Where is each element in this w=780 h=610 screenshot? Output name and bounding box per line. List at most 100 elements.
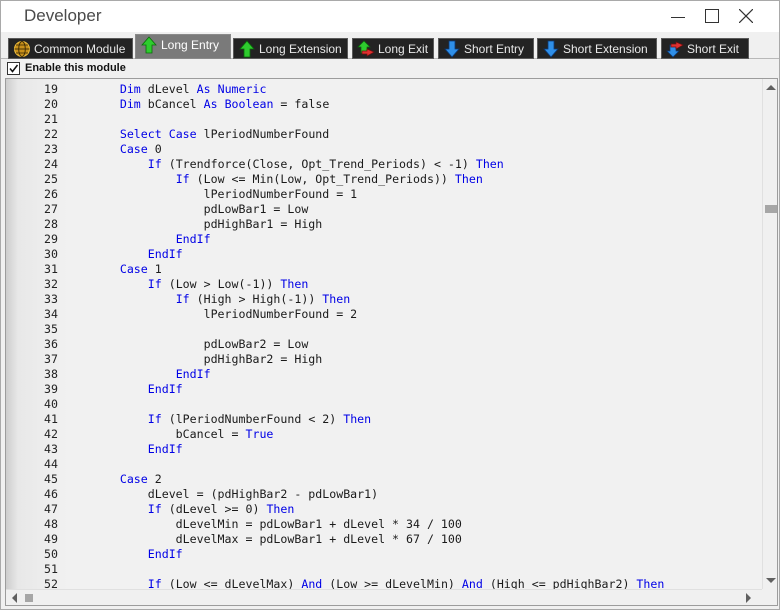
line-code: dLevel = (pdHighBar2 - pdLowBar1) (64, 487, 379, 501)
keyword-token: Then (266, 502, 295, 516)
minimize-icon (671, 17, 685, 18)
line-number: 19 (44, 82, 58, 96)
close-button[interactable] (729, 1, 763, 31)
keyword-token: Then (475, 157, 504, 171)
vertical-scrollbar[interactable] (762, 79, 778, 589)
line-number: 29 (44, 232, 58, 246)
green-up-arrow-icon (239, 40, 255, 58)
scroll-down-icon[interactable] (763, 572, 778, 589)
keyword-token: If (147, 277, 162, 291)
line-number: 41 (44, 412, 58, 426)
code-line: 45 Case 2 (6, 472, 762, 487)
keyword-token: Case (119, 262, 148, 276)
tab-long-exit[interactable]: Long Exit (352, 38, 434, 59)
code-line: 49 dLevelMax = pdLowBar1 + dLevel * 67 /… (6, 532, 762, 547)
keyword-token: Then (343, 412, 372, 426)
line-code: If (lPeriodNumberFound < 2) Then (147, 412, 372, 426)
module-tab-bar: Common Module Long Entry Long Extension … (1, 32, 779, 59)
line-code: EndIf (64, 442, 183, 457)
keyword-token: Then (322, 292, 351, 306)
line-number: 23 (44, 142, 58, 156)
code-line: 27 pdLowBar1 = Low (6, 202, 762, 217)
horizontal-scroll-thumb[interactable] (25, 594, 33, 602)
keyword-token: Case (168, 127, 197, 141)
line-number: 48 (44, 517, 58, 531)
line-number: 21 (44, 112, 58, 126)
line-code: EndIf (64, 232, 211, 247)
line-number: 27 (44, 202, 58, 216)
developer-window: Developer Common Module Long Entry Long … (0, 0, 780, 610)
blue-down-arrow-icon (444, 40, 460, 58)
line-code: EndIf (64, 547, 183, 562)
keyword-token: Dim (119, 97, 141, 111)
line-code: dLevelMax = pdLowBar1 + dLevel * 67 / 10… (64, 532, 462, 546)
scroll-up-icon[interactable] (763, 79, 778, 96)
line-number: 46 (44, 487, 58, 501)
line-number: 42 (44, 427, 58, 441)
line-number: 43 (44, 442, 58, 456)
maximize-icon (705, 9, 719, 23)
code-line: 24 If (Trendforce(Close, Opt_Trend_Perio… (6, 157, 762, 172)
tab-label: Short Entry (464, 42, 525, 56)
line-number: 26 (44, 187, 58, 201)
line-number: 33 (44, 292, 58, 306)
tab-short-exit[interactable]: Short Exit (661, 38, 749, 59)
keyword-token: Dim (119, 82, 141, 96)
line-code: Case 1 (119, 262, 162, 276)
code-editor[interactable]: 19 Dim dLevel As Numeric 20 Dim bCancel A… (5, 78, 778, 606)
tab-short-entry[interactable]: Short Entry (438, 38, 534, 59)
tab-short-extension[interactable]: Short Extension (537, 38, 657, 59)
line-code: lPeriodNumberFound = 1 (64, 187, 358, 201)
tab-long-entry[interactable]: Long Entry (135, 34, 231, 59)
line-number: 25 (44, 172, 58, 186)
keyword-token: True (245, 427, 274, 441)
line-number: 22 (44, 127, 58, 141)
vertical-scroll-thumb[interactable] (765, 205, 777, 213)
scroll-right-icon[interactable] (740, 590, 757, 606)
tab-label: Common Module (34, 42, 126, 56)
keyword-token: Boolean (224, 97, 274, 111)
enable-module-checkbox[interactable] (7, 62, 20, 75)
code-line: 33 If (High > High(-1)) Then (6, 292, 762, 307)
code-line: 43 EndIf (6, 442, 762, 457)
code-line: 29 EndIf (6, 232, 762, 247)
keyword-token: Then (454, 172, 483, 186)
code-line: 46 dLevel = (pdHighBar2 - pdLowBar1) (6, 487, 762, 502)
line-code: pdLowBar1 = Low (64, 202, 309, 216)
tab-long-extension[interactable]: Long Extension (233, 38, 348, 59)
code-line: 28 pdHighBar1 = High (6, 217, 762, 232)
line-code: If (Trendforce(Close, Opt_Trend_Periods)… (147, 157, 504, 171)
code-line: 50 EndIf (6, 547, 762, 562)
horizontal-scrollbar[interactable] (6, 589, 762, 605)
tab-label: Short Exit (687, 42, 740, 56)
code-line: 31 Case 1 (6, 262, 762, 277)
tab-common-module[interactable]: Common Module (8, 38, 133, 59)
line-code: Select Case lPeriodNumberFound (119, 127, 330, 141)
scroll-left-icon[interactable] (6, 590, 23, 606)
line-code: EndIf (64, 367, 211, 382)
code-line: 30 EndIf (6, 247, 762, 262)
line-code: pdLowBar2 = Low (64, 337, 309, 351)
line-number: 40 (44, 397, 58, 411)
keyword-token: EndIf (147, 247, 183, 261)
line-code: Dim bCancel As Boolean = false (119, 97, 330, 111)
keyword-token: EndIf (147, 547, 183, 561)
tab-label: Long Extension (259, 42, 342, 56)
line-code: Case 0 (119, 142, 162, 156)
line-code: EndIf (64, 247, 183, 262)
tab-label: Short Extension (563, 42, 648, 56)
keyword-token: EndIf (175, 232, 211, 246)
window-title: Developer (24, 6, 102, 25)
blue-down-arrow-icon (543, 40, 559, 58)
keyword-token: Case (119, 142, 148, 156)
minimize-button[interactable] (661, 1, 695, 31)
line-number: 35 (44, 322, 58, 336)
line-code: dLevelMin = pdLowBar1 + dLevel * 34 / 10… (64, 517, 462, 531)
maximize-button[interactable] (695, 1, 729, 31)
line-code: Case 2 (119, 472, 162, 486)
code-line: 38 EndIf (6, 367, 762, 382)
line-number: 45 (44, 472, 58, 486)
checkmark-icon (9, 64, 19, 73)
line-number: 31 (44, 262, 58, 276)
line-number: 30 (44, 247, 58, 261)
